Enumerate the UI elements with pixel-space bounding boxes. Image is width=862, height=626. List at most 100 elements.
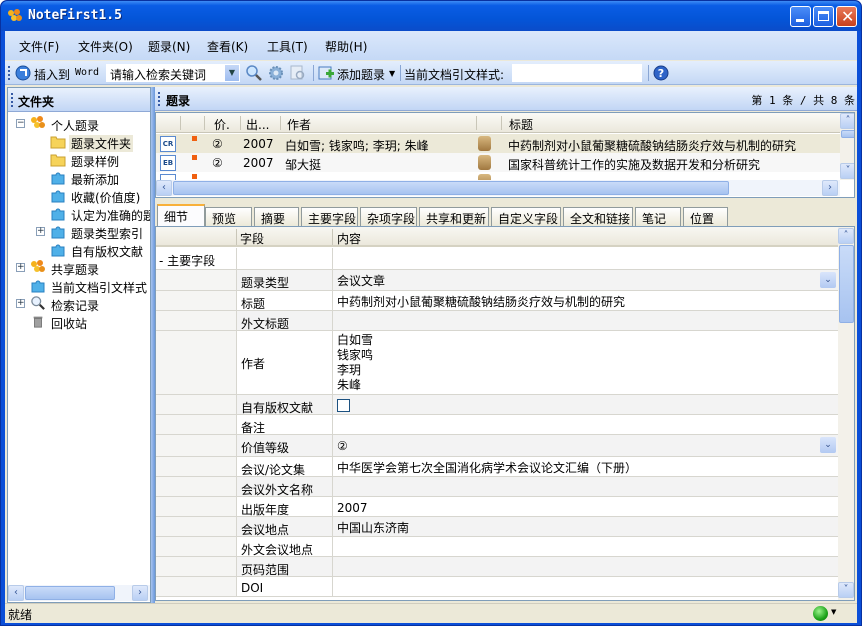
tab-custom-fields[interactable]: 自定义字段 [491,207,561,226]
field-row[interactable]: 外文标题 [156,311,838,331]
field-value-cell[interactable] [332,577,838,596]
combo-dropdown-button[interactable]: ⌄ [820,437,836,453]
scroll-left-button[interactable]: ‹ [156,180,172,196]
field-row[interactable]: 会议地点 中国山东济南 [156,517,838,537]
minimize-button[interactable] [790,6,811,27]
details-vscrollbar[interactable]: ˄ ˅ [838,227,854,600]
record-row[interactable]: CR ② 2007 白如雪; 钱家鸣; 李玥; 朱峰 中药制剂对小鼠葡聚糖硫酸钠… [156,134,840,153]
group-row-main-fields[interactable]: - 主要字段 [156,248,838,270]
own-copyright-checkbox[interactable] [337,399,350,412]
tree-item-search-history[interactable]: + 检索记录 [8,295,150,313]
field-row[interactable]: DOI [156,577,838,597]
add-record-button[interactable]: 添加题录 [337,66,385,83]
col-year[interactable]: 出... [246,116,269,133]
help-icon[interactable]: ? [653,65,669,81]
col-title[interactable]: 标题 [509,116,533,133]
scroll-up-button[interactable]: ˄ [840,113,854,129]
tree-item-recycle-bin[interactable]: 回收站 [8,313,150,331]
scroll-thumb[interactable] [173,181,729,195]
field-row[interactable]: 标题 中药制剂对小鼠葡聚糖硫酸钠结肠炎疗效与机制的研究 [156,291,838,311]
tree-item-verified[interactable]: 认定为准确的题 [8,205,150,223]
col-authors[interactable]: 作者 [287,116,311,133]
search-input[interactable]: 请输入检索关键词 ▼ [106,64,240,82]
combo-dropdown-button[interactable]: ⌄ [820,272,836,288]
menu-record[interactable]: 题录(N) [148,38,190,55]
tree-item-personal-records[interactable]: − 个人题录 [8,115,150,133]
tree-item-type-index[interactable]: + 题录类型索引 [8,223,150,241]
records-vscrollbar[interactable]: ˄ ˅ [840,113,854,180]
insert-to-label[interactable]: 插入到 [34,66,70,83]
field-value-cell[interactable]: 白如雪 钱家鸣 李玥 朱峰 [332,331,838,394]
scroll-thumb[interactable] [839,245,854,323]
status-dropdown-icon[interactable]: ▼ [831,608,836,616]
tree-item-own-copyright[interactable]: 自有版权文献 [8,241,150,259]
close-button[interactable]: ✕ [836,6,857,27]
tab-fulltext-links[interactable]: 全文和链接 [563,207,633,226]
search-icon[interactable] [246,65,262,81]
tree-item-record-samples[interactable]: 题录样例 [8,151,150,169]
add-record-dropdown-icon[interactable]: ▼ [389,69,395,78]
field-row[interactable]: 题录类型 会议文章 ⌄ [156,270,838,291]
tab-location[interactable]: 位置 [683,207,728,226]
maximize-button[interactable] [813,6,834,27]
field-value-cell[interactable]: 中华医学会第七次全国消化病学术会议论文汇编（下册） [332,457,838,476]
scroll-right-button[interactable]: › [822,180,838,196]
tree-item-favorites[interactable]: 收藏(价值度) [8,187,150,205]
field-value-cell[interactable] [332,395,838,414]
group-label[interactable]: - 主要字段 [156,248,236,269]
scroll-up-button[interactable]: ˄ [838,228,854,244]
menu-file[interactable]: 文件(F) [19,38,59,55]
records-hscrollbar[interactable]: ‹ › [156,180,840,196]
tree-item-recently-added[interactable]: 最新添加 [8,169,150,187]
scroll-right-button[interactable]: › [132,585,148,601]
menu-view[interactable]: 查看(K) [207,38,248,55]
tab-misc-fields[interactable]: 杂项字段 [360,207,417,226]
tree-item-record-folder[interactable]: 题录文件夹 [8,133,150,152]
tab-share-update[interactable]: 共享和更新 [419,207,489,226]
field-value-cell[interactable] [332,477,838,496]
field-row[interactable]: 自有版权文献 [156,395,838,415]
cite-style-input[interactable] [512,64,642,82]
word-label[interactable]: Word [75,67,99,78]
col-rating[interactable]: 价. [214,116,230,133]
field-value-cell[interactable] [332,537,838,556]
settings-gear-icon[interactable] [268,65,284,81]
scroll-down-button[interactable]: ˅ [840,163,854,179]
connection-status-icon[interactable] [813,606,828,621]
field-value-cell[interactable] [332,557,838,576]
tree-item-current-cite-style[interactable]: 当前文档引文样式 [8,277,150,295]
field-row[interactable]: 价值等级 ② ⌄ [156,435,838,457]
field-row[interactable]: 外文会议地点 [156,537,838,557]
menu-tools[interactable]: 工具(T) [267,38,308,55]
scroll-thumb[interactable] [25,586,115,600]
field-row[interactable]: 会议外文名称 [156,477,838,497]
scroll-left-button[interactable]: ‹ [8,585,24,601]
record-row-partial[interactable] [156,172,840,180]
field-value-cell[interactable]: 2007 [332,497,838,516]
advanced-search-icon[interactable] [290,65,306,81]
tab-preview[interactable]: 预览 [205,207,252,226]
field-row[interactable]: 页码范围 [156,557,838,577]
tab-notes[interactable]: 笔记 [635,207,681,226]
toolbar-grip[interactable] [8,66,11,80]
menu-help[interactable]: 帮助(H) [325,38,367,55]
field-row[interactable]: 会议/论文集 中华医学会第七次全国消化病学术会议论文汇编（下册） [156,457,838,477]
search-dropdown-button[interactable]: ▼ [225,65,239,81]
tree-item-shared-records[interactable]: + 共享题录 [8,259,150,277]
field-row[interactable]: 备注 [156,415,838,435]
collapse-icon[interactable]: − [16,119,25,128]
field-value-cell[interactable]: 中国山东济南 [332,517,838,536]
scroll-down-button[interactable]: ˅ [838,582,854,598]
tab-abstract[interactable]: 摘要 [254,207,299,226]
tab-main-fields[interactable]: 主要字段 [301,207,358,226]
expand-icon[interactable]: + [36,227,45,236]
expand-icon[interactable]: + [16,299,25,308]
field-value-cell[interactable]: 中药制剂对小鼠葡聚糖硫酸钠结肠炎疗效与机制的研究 [332,291,838,310]
record-row[interactable]: EB ② 2007 邹大挺 国家科普统计工作的实施及数据开发和分析研究 [156,153,840,172]
menu-folder[interactable]: 文件夹(O) [78,38,133,55]
scroll-thumb[interactable] [841,130,854,138]
folder-tree-hscrollbar[interactable]: ‹ › [8,585,150,601]
field-value-cell[interactable] [332,415,838,434]
field-row[interactable]: 出版年度 2007 [156,497,838,517]
field-value-cell[interactable]: 会议文章 ⌄ [332,270,838,290]
